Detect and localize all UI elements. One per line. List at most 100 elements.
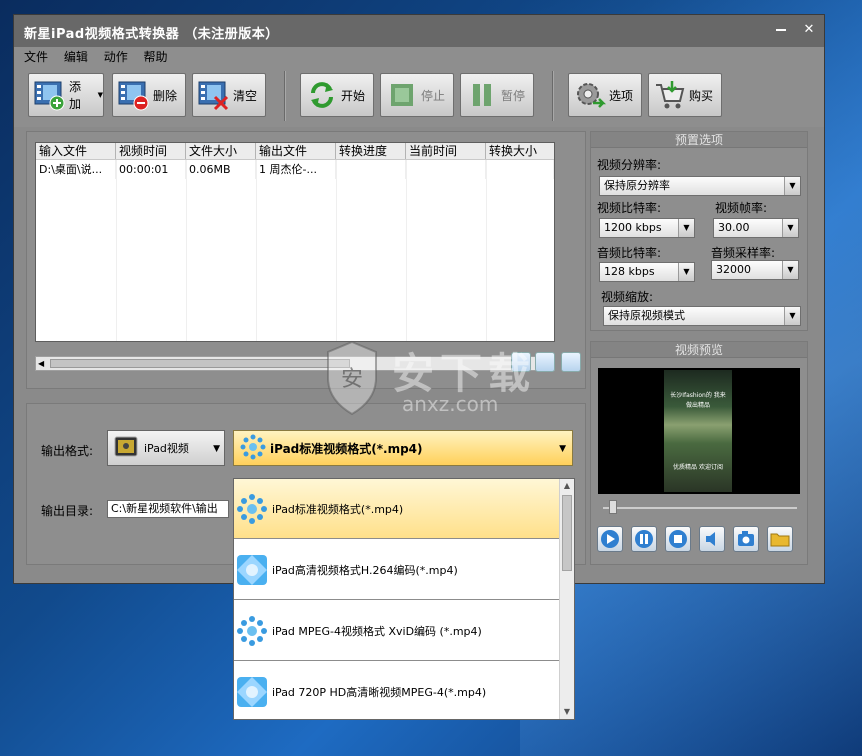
- start-button[interactable]: 开始: [300, 73, 374, 117]
- video-bitrate-value: 1200 kbps: [604, 221, 662, 234]
- table-cell: 0.06MB: [186, 160, 256, 179]
- buy-button-label: 购买: [689, 88, 714, 103]
- grid-line: [406, 160, 407, 341]
- menu-edit[interactable]: 编辑: [64, 47, 88, 67]
- list-item-label: iPad标准视频格式(*.mp4): [272, 502, 404, 516]
- minimize-icon[interactable]: [772, 21, 790, 39]
- preset-options-panel: 预置选项 视频分辨率: 保持原分辨率 ▼ 视频比特率: 视频帧率: 1200 k…: [590, 131, 808, 331]
- menu-help[interactable]: 帮助: [144, 47, 168, 67]
- preview-screen[interactable]: 长沙Ifashion的 我来 做出精品 优质精品 欢迎订阅: [598, 368, 800, 494]
- samplerate-label: 音频采样率:: [711, 246, 776, 260]
- audio-bitrate-value: 128 kbps: [604, 265, 655, 278]
- clear-button[interactable]: 清空: [192, 73, 266, 117]
- scale-label: 视频缩放:: [601, 290, 654, 304]
- add-button[interactable]: 添加 ▼: [28, 73, 104, 117]
- scale-select[interactable]: 保持原视频模式 ▼: [603, 306, 801, 326]
- panel-title: 视频预览: [591, 342, 807, 358]
- start-button-label: 开始: [341, 88, 366, 103]
- table-cell: [486, 160, 554, 179]
- device-select[interactable]: iPad视频 ▼: [107, 430, 225, 466]
- cart-icon: [653, 79, 687, 111]
- grid-line: [336, 160, 337, 341]
- column-header[interactable]: 文件大小: [186, 143, 256, 159]
- stop-icon[interactable]: [665, 526, 691, 552]
- preview-frame-text: 长沙Ifashion的 我来: [670, 392, 726, 399]
- buy-button[interactable]: 购买: [648, 73, 722, 117]
- resolution-label: 视频分辨率:: [597, 158, 662, 172]
- volume-icon[interactable]: [699, 526, 725, 552]
- output-dir-label: 输出目录:: [41, 504, 94, 518]
- table-row[interactable]: D:\桌面\说... 00:00:01 0.06MB 1 周杰伦-...: [36, 160, 554, 179]
- seek-handle[interactable]: [609, 500, 617, 514]
- scrollbar-thumb[interactable]: [50, 359, 350, 368]
- toolbar-separator: [284, 71, 286, 121]
- device-select-value: iPad视频: [144, 442, 189, 455]
- menu-file[interactable]: 文件: [24, 47, 48, 67]
- toolbar-separator: [552, 71, 554, 121]
- column-header[interactable]: 转换进度: [336, 143, 406, 159]
- menu-action[interactable]: 动作: [104, 47, 128, 67]
- delete-button-label: 删除: [153, 88, 178, 103]
- stop-button[interactable]: 停止: [380, 73, 454, 117]
- preview-frame-text: 优质精品 欢迎订阅: [673, 464, 723, 471]
- resolution-select[interactable]: 保持原分辨率 ▼: [599, 176, 801, 196]
- ipad-device-icon: [112, 434, 140, 463]
- delete-button[interactable]: 删除: [112, 73, 186, 117]
- samplerate-select[interactable]: 32000 ▼: [711, 260, 799, 280]
- column-header[interactable]: 当前时间: [406, 143, 486, 159]
- options-button[interactable]: 选项: [568, 73, 642, 117]
- video-bitrate-label: 视频比特率:: [597, 201, 662, 215]
- folder-icon[interactable]: [767, 526, 793, 552]
- seek-bar[interactable]: [603, 507, 797, 509]
- gear-icon: [573, 79, 607, 111]
- column-header[interactable]: 转换大小: [486, 143, 554, 159]
- film-add-icon: [33, 79, 67, 111]
- framerate-select[interactable]: 30.00 ▼: [713, 218, 799, 238]
- scrollbar-thumb[interactable]: [562, 495, 572, 571]
- file-table[interactable]: 输入文件 视频时间 文件大小 输出文件 转换进度 当前时间 转换大小 D:\桌面…: [35, 142, 555, 342]
- play-icon[interactable]: [597, 526, 623, 552]
- title-bar[interactable]: 新星iPad视频格式转换器 （未注册版本） ✕: [14, 15, 824, 47]
- chevron-down-icon: ▼: [559, 444, 566, 454]
- audio-bitrate-select[interactable]: 128 kbps ▼: [599, 262, 695, 282]
- pause-icon[interactable]: [631, 526, 657, 552]
- pause-icon: [465, 79, 499, 111]
- chevron-down-icon: ▼: [784, 307, 800, 325]
- menu-bar: 文件 编辑 动作 帮助: [14, 47, 824, 67]
- column-header[interactable]: 输入文件: [36, 143, 116, 159]
- preset-format-dropdown[interactable]: iPad标准视频格式(*.mp4) iPad高清视频格式H.264编码(*.mp…: [233, 478, 575, 720]
- toolbar: 添加 ▼ 删除 清空 开始 停止 暂停 选项 购买: [14, 67, 824, 127]
- dots-circle-icon: [236, 493, 268, 525]
- scroll-left-icon[interactable]: ◀: [38, 357, 44, 370]
- table-cell: 1 周杰伦-...: [256, 160, 336, 179]
- preset-format-value: iPad标准视频格式(*.mp4): [270, 441, 423, 456]
- preset-format-select[interactable]: iPad标准视频格式(*.mp4) ▼: [233, 430, 573, 466]
- dropdown-scrollbar[interactable]: ▲ ▼: [559, 479, 574, 719]
- copy-icon[interactable]: [561, 352, 581, 372]
- list-item[interactable]: iPad MPEG-4视频格式 XviD编码 (*.mp4): [234, 601, 560, 661]
- list-item-label: iPad MPEG-4视频格式 XviD编码 (*.mp4): [272, 624, 482, 638]
- scroll-down-icon[interactable]: ▼: [560, 705, 574, 719]
- framerate-label: 视频帧率:: [715, 201, 768, 215]
- film-clear-icon: [197, 79, 231, 111]
- list-item[interactable]: iPad 720P HD高清晰视频MPEG-4(*.mp4): [234, 662, 560, 719]
- list-item[interactable]: iPad标准视频格式(*.mp4): [234, 479, 560, 539]
- grid-line: [186, 160, 187, 341]
- hd-tile-icon: [236, 554, 268, 586]
- table-header: 输入文件 视频时间 文件大小 输出文件 转换进度 当前时间 转换大小: [36, 143, 554, 160]
- svg-text:安: 安: [341, 367, 363, 392]
- list-item[interactable]: iPad高清视频格式H.264编码(*.mp4): [234, 540, 560, 600]
- dots-circle-icon: [240, 434, 266, 463]
- hd-tile-icon: [236, 676, 268, 708]
- pause-button[interactable]: 暂停: [460, 73, 534, 117]
- scroll-up-icon[interactable]: ▲: [560, 479, 574, 493]
- chevron-down-icon: ▼: [784, 177, 800, 195]
- snapshot-icon[interactable]: [733, 526, 759, 552]
- video-bitrate-select[interactable]: 1200 kbps ▼: [599, 218, 695, 238]
- column-header[interactable]: 视频时间: [116, 143, 186, 159]
- grid-line: [116, 160, 117, 341]
- grid-line: [256, 160, 257, 341]
- close-icon[interactable]: ✕: [800, 21, 818, 39]
- column-header[interactable]: 输出文件: [256, 143, 336, 159]
- output-dir-input[interactable]: C:\新星视频软件\输出: [107, 500, 229, 518]
